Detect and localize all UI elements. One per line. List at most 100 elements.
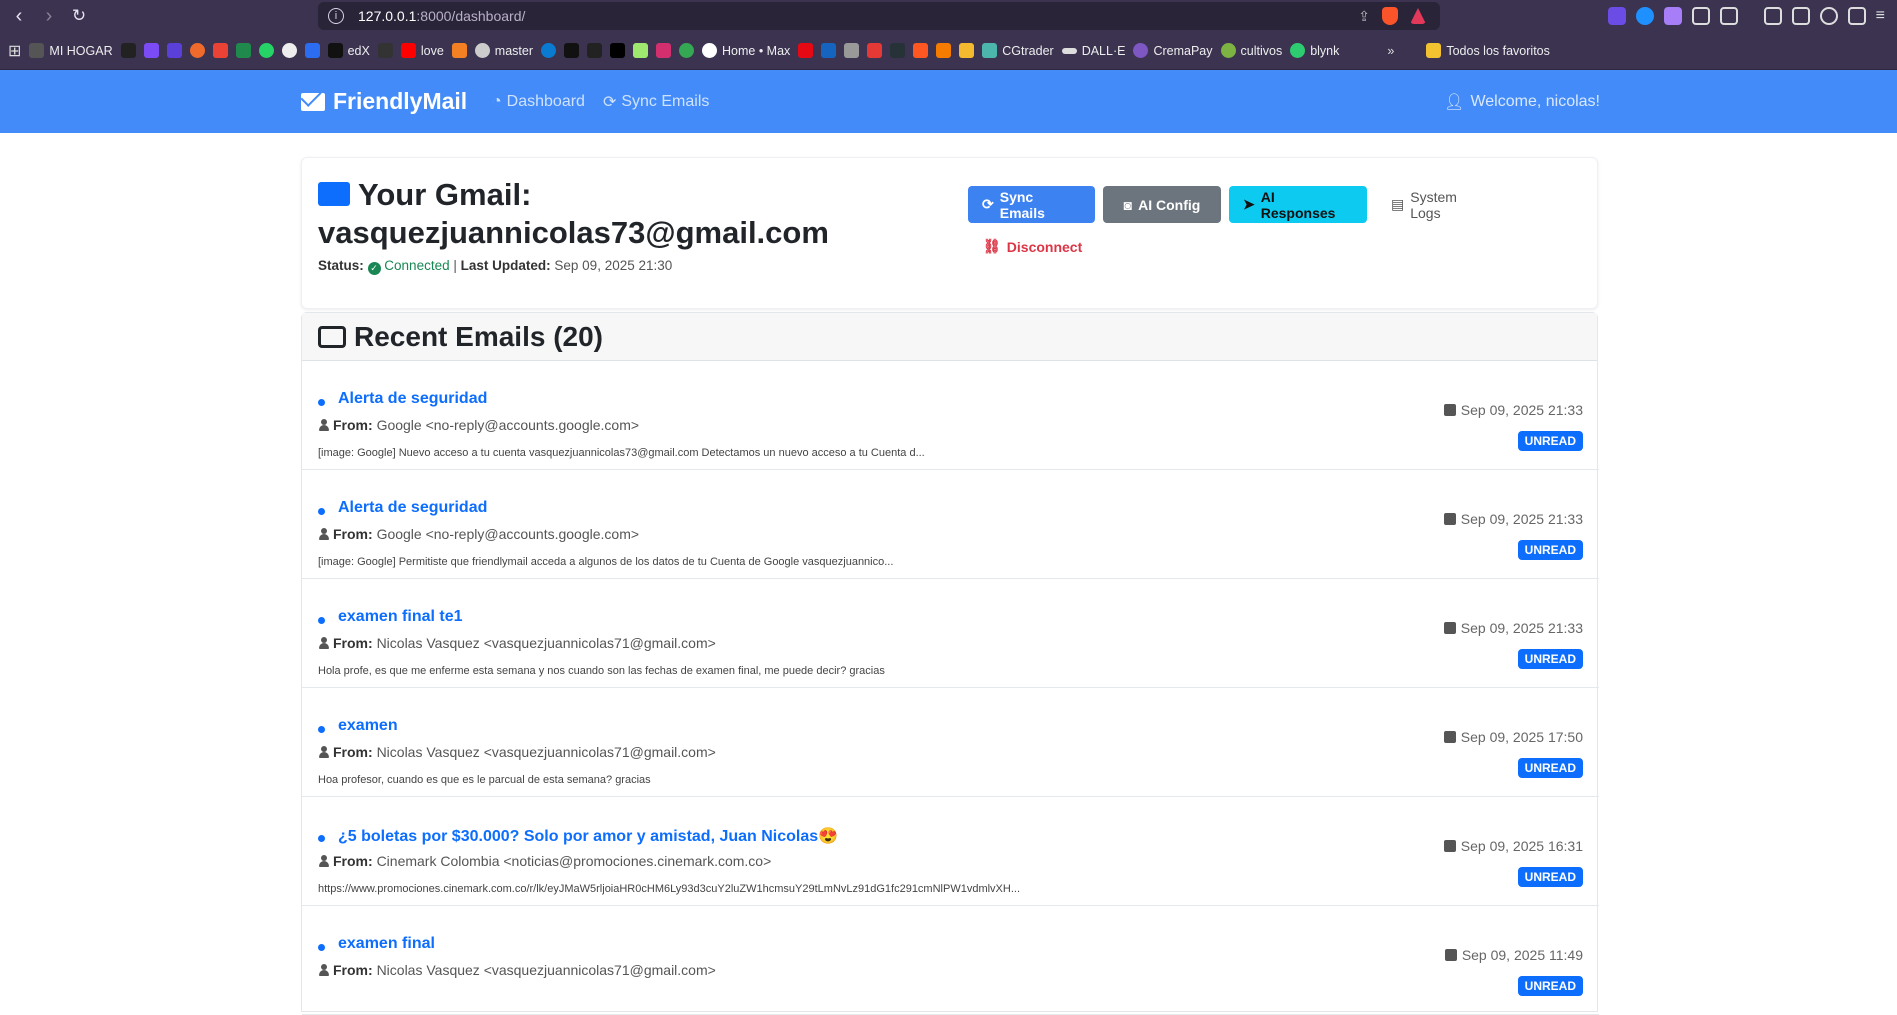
back-icon[interactable]: ‹ (4, 0, 34, 32)
menu-icon[interactable]: ≡ (1876, 7, 1885, 25)
calendar-icon (1443, 731, 1456, 743)
bookmark-favicon-icon[interactable] (304, 43, 320, 58)
nav-dashboard[interactable]: ◔ Dashboard (492, 93, 585, 111)
bookmark[interactable]: Home • Max (702, 43, 790, 58)
email-row[interactable]: Alerta de seguridad From: Google <no-repl… (302, 361, 1599, 470)
bookmark-favicon-icon[interactable] (166, 43, 182, 58)
bookmark-favicon-icon[interactable] (844, 43, 860, 58)
puzzle-icon[interactable] (1691, 7, 1710, 25)
user-icon (318, 746, 329, 758)
share-icon[interactable]: ⇪ (1358, 8, 1370, 25)
bookmark[interactable]: MI HOGAR (29, 43, 113, 58)
wallet-icon[interactable] (1791, 7, 1810, 25)
bookmark[interactable]: edX (327, 43, 370, 58)
bookmark-favicon-icon[interactable] (235, 43, 251, 58)
status-badge: UNREAD (1517, 649, 1583, 669)
email-snippet: Hoa profesor, cuando es que es le parcua… (318, 774, 651, 786)
bookmark[interactable]: love (400, 43, 444, 58)
email-from: From: Cinemark Colombia <noticias@promoc… (318, 853, 771, 869)
email-subject[interactable]: Alerta de seguridad (338, 499, 487, 517)
bookmark[interactable]: blynk (1290, 43, 1339, 58)
nav-sync-emails[interactable]: ⟳ Sync Emails (603, 92, 709, 112)
bookmark[interactable]: CGtrader (982, 43, 1054, 58)
whatsapp-icon[interactable] (258, 43, 274, 58)
welcome-text: Welcome, nicolas! (1470, 92, 1600, 110)
cgtrader-icon (982, 43, 998, 58)
bookmark-favicon-icon[interactable] (821, 43, 837, 58)
site-info-icon[interactable]: i (328, 8, 344, 24)
address-bar[interactable]: i 127.0.0.1:8000/dashboard/ ⇪ (318, 2, 1440, 30)
reload-icon[interactable]: ↻ (64, 0, 94, 32)
all-bookmarks-folder[interactable]: Todos los favoritos (1426, 43, 1550, 58)
bookmark-favicon-icon[interactable] (633, 43, 648, 58)
email-row[interactable]: Alerta de seguridad From: Google <no-repl… (302, 470, 1599, 579)
bookmark[interactable]: cultivos (1220, 43, 1282, 58)
brave-rewards-icon[interactable] (1410, 8, 1426, 24)
email-subject[interactable]: examen final te1 (338, 608, 463, 626)
bookmark-favicon-icon[interactable] (656, 43, 671, 58)
email-row[interactable]: examen final te1 From: Nicolas Vasquez <v… (302, 579, 1599, 688)
more-bookmarks-icon[interactable]: » (1387, 44, 1394, 58)
bookmark-favicon-icon[interactable] (541, 43, 556, 58)
bookmark[interactable]: CremaPay (1133, 43, 1213, 58)
system-logs-button[interactable]: ▤ System Logs (1377, 186, 1497, 223)
bookmark-favicon-icon[interactable] (679, 43, 694, 58)
bookmark-favicon-icon[interactable] (564, 43, 579, 58)
github-icon[interactable] (281, 43, 297, 58)
vpn-icon[interactable] (1847, 7, 1866, 25)
openai-icon (474, 43, 490, 58)
bookmark-favicon-icon[interactable] (913, 43, 929, 58)
ai-responses-button[interactable]: ➤ AI Responses (1229, 186, 1367, 223)
ai-config-button[interactable]: ◙ AI Config (1103, 186, 1221, 223)
blynk-icon (1290, 43, 1306, 58)
email-row[interactable]: examen final From: Nicolas Vasquez <vasqu… (302, 906, 1599, 1015)
extension-icon[interactable] (1635, 7, 1654, 25)
email-subject[interactable]: examen final (338, 935, 435, 953)
screenshot-icon[interactable] (1719, 7, 1738, 25)
bookmark-favicon-icon[interactable] (189, 43, 205, 58)
bookmark-favicon-icon[interactable] (451, 43, 467, 58)
email-date: Sep 09, 2025 11:49 (1444, 947, 1583, 963)
extension-icon[interactable] (1607, 7, 1626, 25)
app-navbar: FriendlyMail ◔ Dashboard ⟳ Sync Emails 👤︎ … (0, 70, 1897, 133)
bookmark-favicon-icon[interactable] (377, 43, 393, 58)
x-icon[interactable] (610, 43, 625, 58)
gmail-icon[interactable] (212, 43, 228, 58)
bookmark[interactable]: master (474, 43, 533, 58)
bookmark-label: master (494, 43, 533, 58)
sidebar-icon[interactable] (1763, 7, 1782, 25)
unread-dot-icon (318, 508, 325, 515)
email-row[interactable]: examen From: Nicolas Vasquez <vasquezjuan… (302, 688, 1599, 797)
status-badge: UNREAD (1517, 867, 1583, 887)
bookmark-favicon-icon[interactable] (890, 43, 906, 58)
binance-icon[interactable] (959, 43, 975, 58)
sync-icon: ⟳ (982, 196, 994, 212)
nav-label: Sync Emails (621, 92, 710, 110)
netflix-icon[interactable] (798, 43, 814, 58)
forward-icon[interactable]: › (34, 0, 64, 32)
date-value: Sep 09, 2025 17:50 (1460, 729, 1583, 745)
email-subject[interactable]: examen (338, 717, 398, 735)
bookmark-favicon-icon[interactable] (120, 43, 136, 58)
bookmark-favicon-icon[interactable] (936, 43, 952, 58)
paper-plane-icon: ➤ (1243, 196, 1255, 212)
brand-link[interactable]: FriendlyMail (301, 70, 467, 133)
user-menu[interactable]: 👤︎ Welcome, nicolas! (1444, 70, 1600, 133)
bookmark-favicon-icon[interactable] (143, 43, 159, 58)
disconnect-button[interactable]: ⛓ Disconnect (983, 238, 1082, 255)
email-subject[interactable]: ¿5 boletas por $30.000? Solo por amor y … (338, 826, 838, 846)
apps-icon[interactable]: ⊞ (8, 41, 21, 61)
email-snippet: Hola profe, es que me enferme esta seman… (318, 665, 885, 677)
email-row[interactable]: ¿5 boletas por $30.000? Solo por amor y … (302, 797, 1599, 906)
bookmark-favicon-icon[interactable] (587, 43, 602, 58)
cremapay-icon (1133, 43, 1149, 58)
leo-icon[interactable] (1819, 7, 1838, 25)
extension-icon[interactable] (1663, 7, 1682, 25)
from-label: From: (333, 853, 373, 869)
brave-shield-icon[interactable] (1382, 7, 1398, 25)
date-value: Sep 09, 2025 21:33 (1460, 511, 1583, 527)
sync-emails-button[interactable]: ⟳ Sync Emails (968, 186, 1095, 223)
bookmark-favicon-icon[interactable] (867, 43, 883, 58)
email-subject[interactable]: Alerta de seguridad (338, 390, 487, 408)
bookmark[interactable]: DALL·E (1061, 44, 1125, 58)
